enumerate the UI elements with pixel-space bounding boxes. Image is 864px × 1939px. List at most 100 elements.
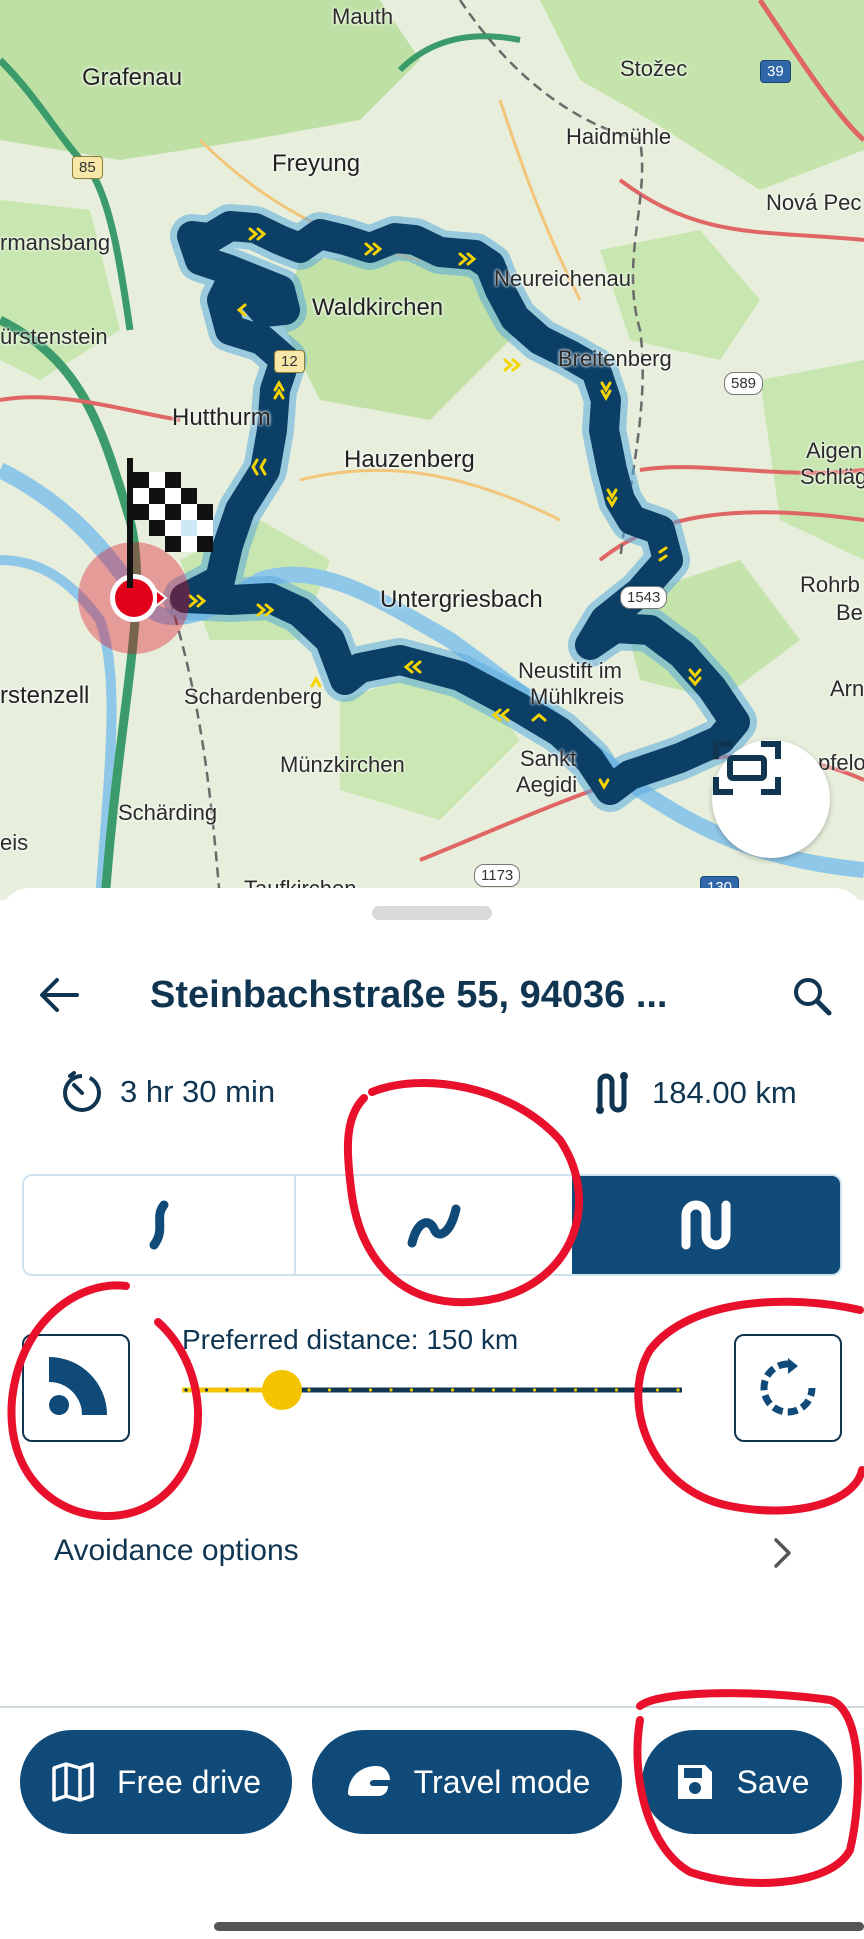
chevron-right-icon <box>774 1538 791 1568</box>
high-curve-icon <box>681 1200 731 1250</box>
place-label: Münzkirchen <box>280 752 405 777</box>
place-label: Arn <box>830 676 864 701</box>
slider-tick <box>614 1388 619 1392</box>
road-shield: 12 <box>274 350 305 373</box>
slider-tick <box>676 1388 680 1392</box>
place-label: Mauth <box>332 4 394 29</box>
slider-tick <box>225 1388 229 1392</box>
free-drive-button[interactable]: Free drive <box>20 1730 292 1834</box>
place-label: Grafenau <box>82 64 183 91</box>
travel-mode-button[interactable]: Travel mode <box>312 1730 622 1834</box>
travel-mode-label: Travel mode <box>413 1763 591 1800</box>
place-label: Hauzenberg <box>344 446 475 473</box>
road-shield: 589 <box>724 372 764 395</box>
route-planner-sheet: Steinbachstraße 55, 94036 ... 3 hr 30 mi… <box>0 888 864 1939</box>
slider-tick <box>389 1388 393 1392</box>
map-icon <box>52 1762 94 1802</box>
slider-tick <box>491 1388 496 1392</box>
curviness-low-option[interactable] <box>24 1176 296 1274</box>
slider-tick <box>532 1388 537 1392</box>
place-label: Waldkirchen <box>312 294 444 321</box>
road-shield: 1173 <box>474 864 521 887</box>
slider-tick <box>512 1388 516 1392</box>
refresh-icon <box>760 1358 816 1416</box>
slider-tick <box>430 1388 434 1392</box>
preferred-distance-label: Preferred distance: 150 km <box>182 1324 518 1356</box>
preferred-distance-caption: Preferred distance: <box>182 1324 419 1355</box>
place-label: Rohrb <box>800 572 860 597</box>
place-label: Haidmühle <box>566 124 672 149</box>
helmet-icon <box>347 1766 390 1796</box>
new-route-button[interactable] <box>734 1334 842 1442</box>
slider-tick <box>368 1388 373 1392</box>
slider-tick <box>348 1388 352 1392</box>
place-label: Sankt <box>520 746 577 771</box>
curviness-high-option[interactable] <box>572 1176 840 1274</box>
place-label: rmansbang <box>0 230 111 255</box>
save-label: Save <box>736 1763 810 1800</box>
drag-handle[interactable] <box>372 906 492 920</box>
curviness-selector <box>22 1174 842 1276</box>
divider <box>0 1706 864 1708</box>
place-label: Aegidi <box>516 772 578 797</box>
place-label: Stožec <box>620 56 688 81</box>
slider-tick <box>635 1388 639 1392</box>
avoidance-options-row[interactable]: Avoidance options <box>0 1514 864 1594</box>
free-drive-label: Free drive <box>116 1763 262 1800</box>
save-icon <box>677 1765 712 1799</box>
fit-to-screen-icon <box>713 741 781 795</box>
place-label: Schläg <box>800 464 864 489</box>
place-label: Aigen <box>806 438 863 463</box>
place-label: Neustift im <box>518 658 622 683</box>
slider-tick <box>471 1388 475 1392</box>
slider-tick <box>594 1388 598 1392</box>
search-icon <box>794 978 832 1016</box>
slider-tick <box>573 1388 578 1392</box>
map-view[interactable]: Mauth Grafenau Stožec Haidmühle Freyung … <box>0 0 864 900</box>
place-label: Schärding <box>118 800 218 825</box>
road-shield: 85 <box>72 156 103 179</box>
duration-value: 3 hr 30 min <box>120 1074 276 1109</box>
range-mode-button[interactable] <box>22 1334 130 1442</box>
slider-tick <box>184 1388 188 1392</box>
route-distance-icon <box>596 1072 628 1114</box>
place-label: Untergriesbach <box>380 586 543 613</box>
slider-tick <box>204 1388 209 1392</box>
slider-tick <box>327 1388 332 1392</box>
slider-tick <box>409 1388 414 1392</box>
distance-stat: 184.00 km <box>592 1070 797 1116</box>
place-label: Nová Pec <box>766 190 862 215</box>
slider-tick <box>307 1388 311 1392</box>
place-label: Hutthurm <box>172 404 271 431</box>
slider-thumb[interactable] <box>262 1370 302 1410</box>
place-label: Schardenberg <box>184 684 323 709</box>
distance-value: 184.00 km <box>652 1075 797 1110</box>
place-label: ürstenstein <box>0 324 108 349</box>
search-button[interactable] <box>786 970 838 1022</box>
place-label: Breitenberg <box>558 346 672 371</box>
place-label: pfelo <box>818 750 864 775</box>
road-shield: 1543 <box>620 586 668 609</box>
slider-tick <box>655 1388 660 1392</box>
preferred-distance-slider[interactable] <box>182 1360 682 1420</box>
curviness-medium-option[interactable] <box>296 1176 572 1274</box>
place-label: Neureichenau <box>494 266 631 291</box>
save-button[interactable]: Save <box>642 1730 842 1834</box>
duration-stat: 3 hr 30 min <box>60 1070 275 1114</box>
slider-tick <box>245 1388 250 1392</box>
place-label: rstenzell <box>0 682 90 709</box>
road-shield: 39 <box>760 60 791 83</box>
slider-tick <box>450 1388 455 1392</box>
fit-route-button[interactable] <box>712 740 830 858</box>
slider-tick <box>553 1388 557 1392</box>
arrow-left-icon <box>40 978 79 1012</box>
preferred-distance-value: 150 km <box>426 1324 519 1355</box>
place-label: Mühlkreis <box>530 684 625 709</box>
avoidance-options-label: Avoidance options <box>54 1534 299 1567</box>
timer-icon <box>63 1071 101 1112</box>
signal-radius-icon <box>48 1357 107 1416</box>
slight-curve-icon <box>149 1200 169 1250</box>
home-indicator <box>214 1922 864 1931</box>
medium-curve-icon <box>407 1204 461 1248</box>
back-button[interactable] <box>34 970 84 1020</box>
